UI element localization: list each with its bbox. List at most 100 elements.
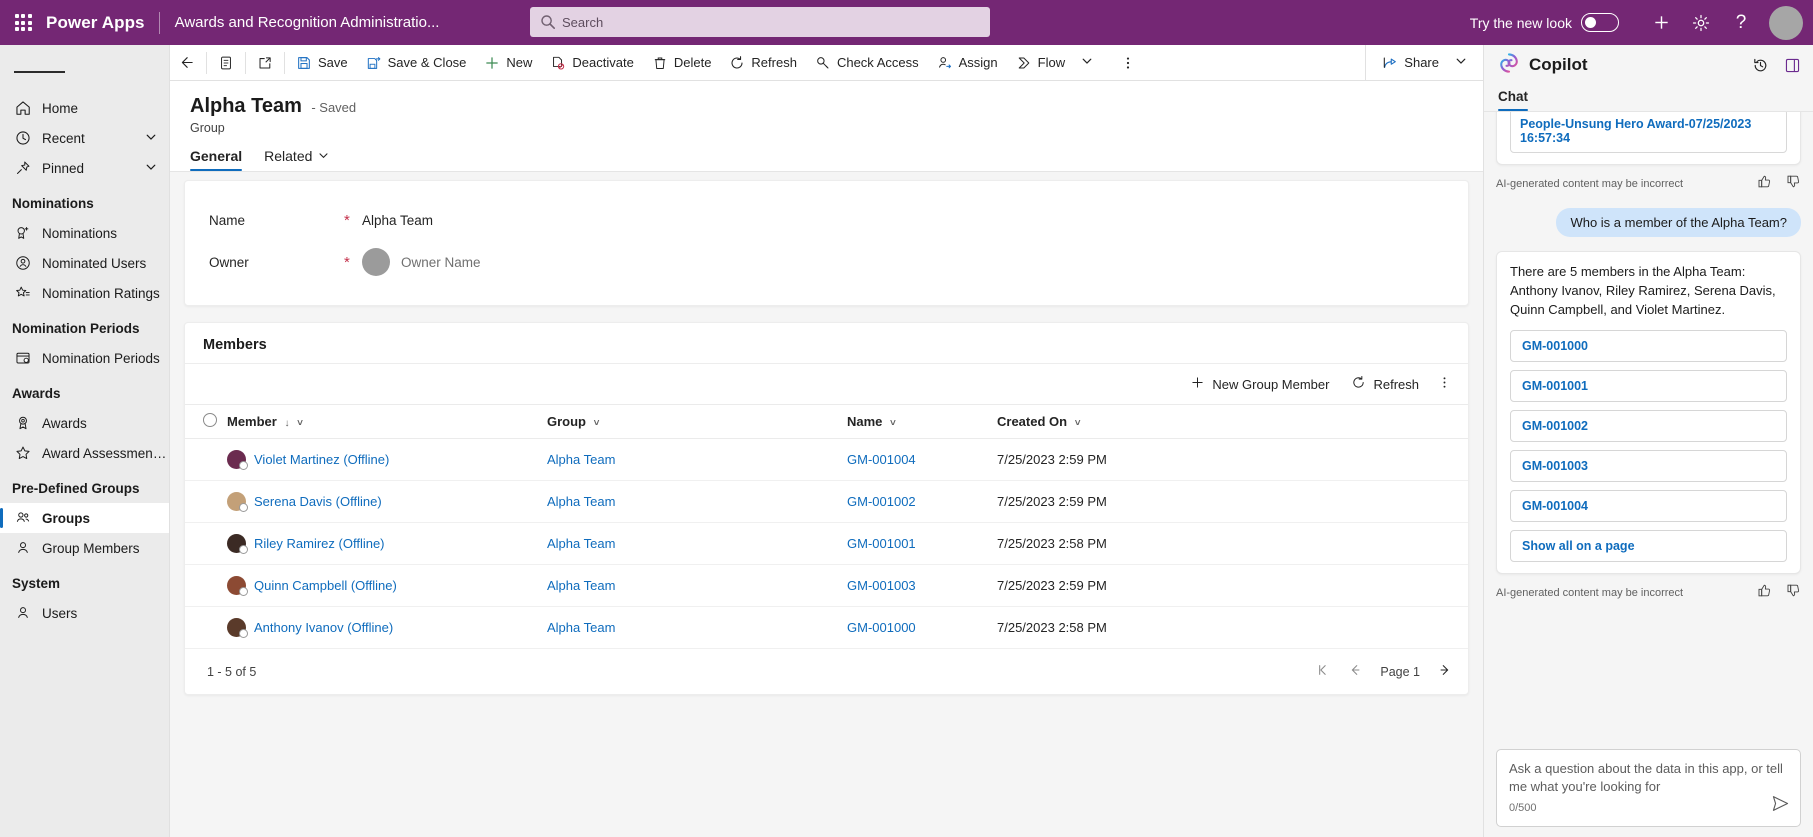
group-link[interactable]: Alpha Team [547, 536, 615, 551]
reference-button[interactable]: GM-001003 [1510, 449, 1787, 482]
first-page-button[interactable] [1316, 663, 1330, 680]
chevron-down-icon[interactable]: ˅ [1075, 418, 1081, 429]
chevron-down-icon[interactable]: ˅ [594, 418, 600, 429]
thumbs-up-icon[interactable] [1757, 583, 1772, 603]
new-group-member-button[interactable]: New Group Member [1180, 369, 1339, 399]
add-button[interactable] [1641, 0, 1681, 45]
sidebar-item-nomination-periods[interactable]: Nomination Periods [0, 343, 169, 373]
select-all-header[interactable] [185, 404, 227, 439]
table-row[interactable]: Riley Ramirez (Offline) Alpha Team GM-00… [185, 522, 1468, 565]
flow-button[interactable]: Flow [1007, 45, 1102, 81]
form-scroll-region[interactable]: Name * Alpha Team Owner * Owner Name Mem… [170, 172, 1483, 837]
deactivate-button[interactable]: Deactivate [541, 45, 642, 81]
copilot-messages[interactable]: People-Unsung Hero Award-07/25/2023 16:5… [1484, 112, 1813, 741]
save-button[interactable]: Save [287, 45, 357, 81]
sidebar-item-award-assessment[interactable]: Award Assessment R... [0, 438, 169, 468]
user-avatar[interactable] [1769, 5, 1803, 40]
sidebar-item-awards[interactable]: Awards [0, 408, 169, 438]
form-selector-button[interactable] [209, 45, 243, 81]
popout-button[interactable] [248, 45, 282, 81]
group-link[interactable]: Alpha Team [547, 620, 615, 635]
chevron-down-icon[interactable] [1081, 55, 1093, 70]
group-link[interactable]: Alpha Team [547, 578, 615, 593]
delete-button[interactable]: Delete [643, 45, 721, 81]
member-link[interactable]: Serena Davis (Offline) [254, 494, 382, 509]
thumbs-down-icon[interactable] [1786, 174, 1801, 194]
new-button[interactable]: New [475, 45, 541, 81]
name-link[interactable]: GM-001000 [847, 620, 916, 635]
app-name-label[interactable]: Awards and Recognition Administratio... [160, 14, 440, 31]
save-and-close-button[interactable]: Save & Close [357, 45, 476, 81]
group-link[interactable]: Alpha Team [547, 452, 615, 467]
sidebar-item-nomination-ratings[interactable]: Nomination Ratings [0, 278, 169, 308]
sidebar-item-group-members[interactable]: Group Members [0, 533, 169, 563]
tab-chat[interactable]: Chat [1498, 89, 1528, 111]
chat-history-button[interactable] [1745, 50, 1775, 80]
member-link[interactable]: Riley Ramirez (Offline) [254, 536, 385, 551]
new-look-toggle[interactable] [1581, 13, 1619, 32]
row-select-cell[interactable] [185, 606, 227, 649]
previous-page-button[interactable] [1348, 663, 1362, 680]
subgrid-refresh-button[interactable]: Refresh [1341, 369, 1429, 399]
sidebar-item-users[interactable]: Users [0, 598, 169, 628]
tab-general[interactable]: General [190, 148, 243, 171]
row-select-cell[interactable] [185, 438, 227, 481]
thumbs-up-icon[interactable] [1757, 174, 1772, 194]
search-input[interactable] [530, 7, 990, 37]
check-access-button[interactable]: Check Access [806, 45, 928, 81]
group-link[interactable]: Alpha Team [547, 494, 615, 509]
sidebar-item-recent[interactable]: Recent [0, 123, 169, 153]
row-select-cell[interactable] [185, 522, 227, 565]
sidebar-item-groups[interactable]: Groups [0, 503, 169, 533]
member-link[interactable]: Quinn Campbell (Offline) [254, 578, 397, 593]
column-header-group[interactable]: Group ˅ [547, 404, 847, 439]
column-header-member[interactable]: Member ↓ ˅ [227, 404, 547, 439]
settings-button[interactable] [1681, 0, 1721, 45]
chevron-down-icon[interactable] [1455, 55, 1467, 70]
name-link[interactable]: GM-001003 [847, 578, 916, 593]
chevron-down-icon[interactable]: ˅ [297, 418, 303, 429]
back-button[interactable] [170, 45, 204, 81]
show-all-on-page-button[interactable]: Show all on a page [1510, 529, 1787, 562]
help-button[interactable]: ? [1721, 0, 1761, 45]
table-row[interactable]: Anthony Ivanov (Offline) Alpha Team GM-0… [185, 606, 1468, 649]
chevron-down-icon[interactable]: ˅ [890, 418, 896, 429]
copilot-input-box[interactable]: Ask a question about the data in this ap… [1496, 749, 1801, 827]
refresh-button[interactable]: Refresh [720, 45, 806, 81]
next-page-button[interactable] [1438, 663, 1452, 680]
name-link[interactable]: GM-001002 [847, 494, 916, 509]
owner-field-value[interactable]: Owner Name [401, 255, 481, 270]
select-all-checkbox[interactable] [203, 413, 217, 427]
share-button[interactable]: Share [1366, 45, 1483, 81]
assign-button[interactable]: Assign [928, 45, 1007, 81]
name-link[interactable]: GM-001004 [847, 452, 916, 467]
sidebar-item-pinned[interactable]: Pinned [0, 153, 169, 183]
subgrid-more-commands-button[interactable] [1431, 369, 1458, 399]
name-field-value[interactable]: Alpha Team [362, 213, 433, 228]
sidebar-item-nominations[interactable]: Nominations [0, 218, 169, 248]
reference-button[interactable]: GM-001002 [1510, 409, 1787, 442]
reference-button[interactable]: GM-001001 [1510, 369, 1787, 402]
row-select-cell[interactable] [185, 564, 227, 607]
sidebar-item-home[interactable]: Home [0, 93, 169, 123]
chevron-down-icon[interactable] [145, 131, 157, 146]
column-header-created-on[interactable]: Created On ˅ [997, 404, 1468, 439]
table-row[interactable]: Violet Martinez (Offline) Alpha Team GM-… [185, 438, 1468, 481]
copilot-expand-button[interactable] [1777, 50, 1807, 80]
reference-button[interactable]: GM-001000 [1510, 329, 1787, 362]
row-select-cell[interactable] [185, 480, 227, 523]
brand-title[interactable]: Power Apps [46, 13, 159, 33]
column-header-name[interactable]: Name ˅ [847, 404, 997, 439]
tab-related[interactable]: Related [264, 148, 329, 171]
sitemap-toggle-icon[interactable] [0, 51, 169, 93]
citation-link[interactable]: People-Unsung Hero Award-07/25/2023 16:5… [1510, 112, 1787, 153]
chevron-down-icon[interactable] [145, 161, 157, 176]
table-row[interactable]: Serena Davis (Offline) Alpha Team GM-001… [185, 480, 1468, 523]
table-row[interactable]: Quinn Campbell (Offline) Alpha Team GM-0… [185, 564, 1468, 607]
sidebar-item-nominated-users[interactable]: Nominated Users [0, 248, 169, 278]
app-launcher-icon[interactable] [0, 14, 46, 31]
name-link[interactable]: GM-001001 [847, 536, 916, 551]
send-button[interactable] [1771, 794, 1790, 818]
reference-button[interactable]: GM-001004 [1510, 489, 1787, 522]
more-commands-button[interactable] [1102, 45, 1145, 81]
